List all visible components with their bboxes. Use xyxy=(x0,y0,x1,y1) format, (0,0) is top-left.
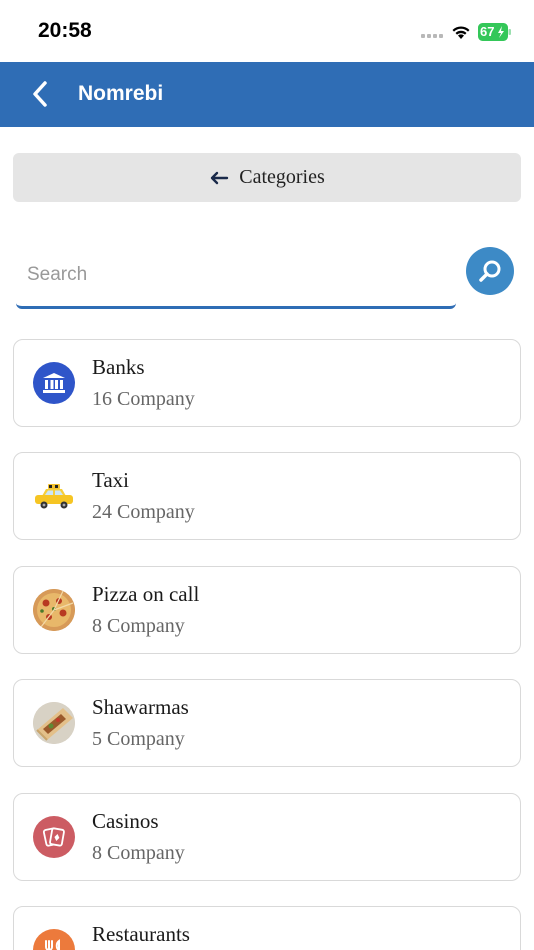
category-item-taxi[interactable]: Taxi 24 Company xyxy=(13,452,521,540)
pizza-icon xyxy=(33,589,75,631)
category-name: Restaurants xyxy=(92,922,190,946)
shawarma-icon xyxy=(33,702,75,744)
status-bar: 20:58 67 xyxy=(0,0,534,62)
category-name: Shawarmas xyxy=(92,695,189,719)
category-item-pizza[interactable]: Pizza on call 8 Company xyxy=(13,566,521,654)
category-item-casinos[interactable]: Casinos 8 Company xyxy=(13,793,521,881)
arrow-left-icon xyxy=(211,171,229,184)
category-name: Casinos xyxy=(92,809,159,833)
battery-indicator: 67 xyxy=(478,23,512,41)
categories-button-label: Categories xyxy=(239,166,325,188)
battery-level: 67 xyxy=(480,24,495,39)
category-count: 16 Company xyxy=(92,388,195,410)
chevron-left-icon xyxy=(33,81,47,107)
wifi-icon xyxy=(452,26,470,39)
app-header: Nomrebi xyxy=(0,62,534,127)
restaurant-icon xyxy=(33,929,75,950)
category-item-restaurants[interactable]: Restaurants xyxy=(13,906,521,950)
category-count: 8 Company xyxy=(92,842,185,864)
taxi-icon xyxy=(33,475,75,517)
search-icon xyxy=(479,260,501,282)
page-title: Nomrebi xyxy=(78,82,164,105)
search-button[interactable] xyxy=(466,247,514,295)
back-button[interactable] xyxy=(20,74,60,114)
category-count: 24 Company xyxy=(92,501,195,523)
category-count: 5 Company xyxy=(92,728,185,750)
category-item-banks[interactable]: Banks 16 Company xyxy=(13,339,521,427)
cellular-signal-icon xyxy=(421,34,443,38)
categories-button[interactable]: Categories xyxy=(13,153,521,202)
category-count: 8 Company xyxy=(92,615,185,637)
bank-icon xyxy=(33,362,75,404)
category-name: Pizza on call xyxy=(92,582,200,606)
category-name: Taxi xyxy=(92,468,130,492)
category-name: Banks xyxy=(92,355,145,379)
search-input[interactable] xyxy=(16,244,456,306)
category-item-shawarmas[interactable]: Shawarmas 5 Company xyxy=(13,679,521,767)
search-field xyxy=(16,244,456,309)
casino-icon xyxy=(33,816,75,858)
status-time: 20:58 xyxy=(38,19,92,42)
